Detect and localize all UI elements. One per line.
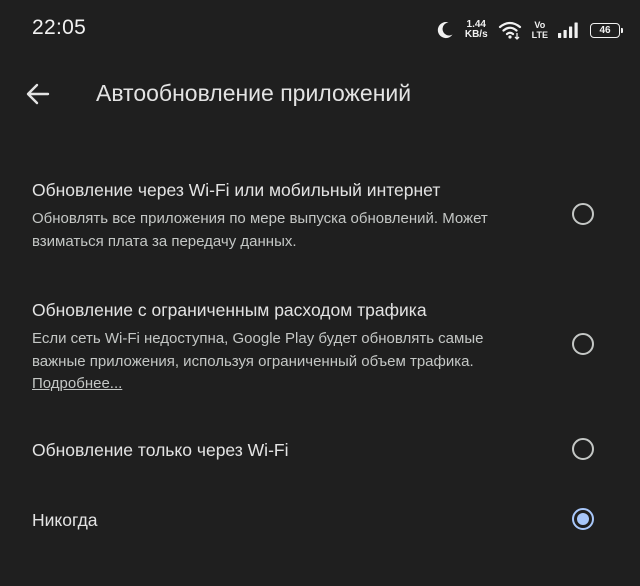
option-wifi-only[interactable]: Обновление только через Wi-Fi (0, 426, 640, 474)
back-button[interactable] (22, 78, 54, 110)
option-title: Обновление только через Wi-Fi (32, 440, 289, 460)
status-time: 22:05 (32, 16, 87, 39)
option-description-text: Если сеть Wi-Fi недоступна, Google Play … (32, 330, 484, 370)
signal-icon (558, 22, 578, 38)
battery-level: 46 (599, 24, 611, 36)
moon-icon (437, 22, 453, 39)
option-title: Обновление через Wi-Fi или мобильный инт… (32, 180, 441, 200)
option-wifi-or-mobile[interactable]: Обновление через Wi-Fi или мобильный инт… (0, 176, 640, 272)
volte-indicator: Vo LTE (532, 20, 548, 40)
option-title: Никогда (32, 510, 98, 530)
arrow-left-icon (26, 83, 50, 105)
network-speed: 1.44 KB/s (465, 20, 488, 40)
option-description: Если сеть Wi-Fi недоступна, Google Play … (32, 328, 532, 396)
option-limited-traffic[interactable]: Обновление с ограниченным расходом трафи… (0, 296, 640, 396)
option-text: Обновление через Wi-Fi или мобильный инт… (32, 178, 532, 253)
page-title: Автообновление приложений (96, 80, 412, 106)
option-title: Обновление с ограниченным расходом трафи… (32, 300, 427, 320)
option-text: Обновление с ограниченным расходом трафи… (32, 298, 532, 396)
option-never[interactable]: Никогда (0, 496, 640, 544)
volte-bottom: LTE (531, 30, 548, 40)
wifi-icon (498, 21, 521, 40)
radio-button[interactable] (572, 438, 594, 460)
network-speed-unit: KB/s (464, 29, 488, 40)
radio-button[interactable] (572, 333, 594, 355)
volte-top: Vo (534, 20, 546, 30)
battery-icon: 46 (590, 22, 623, 38)
learn-more-link[interactable]: Подробнее... (32, 375, 122, 392)
option-text: Никогда (32, 508, 532, 532)
status-icons: 1.44 KB/s Vo LTE 46 (435, 16, 623, 44)
radio-button-selected[interactable] (572, 508, 594, 530)
option-description: Обновлять все приложения по мере выпуска… (32, 210, 488, 250)
radio-button[interactable] (572, 203, 594, 225)
status-bar: 22:05 1.44 KB/s Vo LTE 46 (0, 0, 640, 60)
option-text: Обновление только через Wi-Fi (32, 438, 532, 462)
